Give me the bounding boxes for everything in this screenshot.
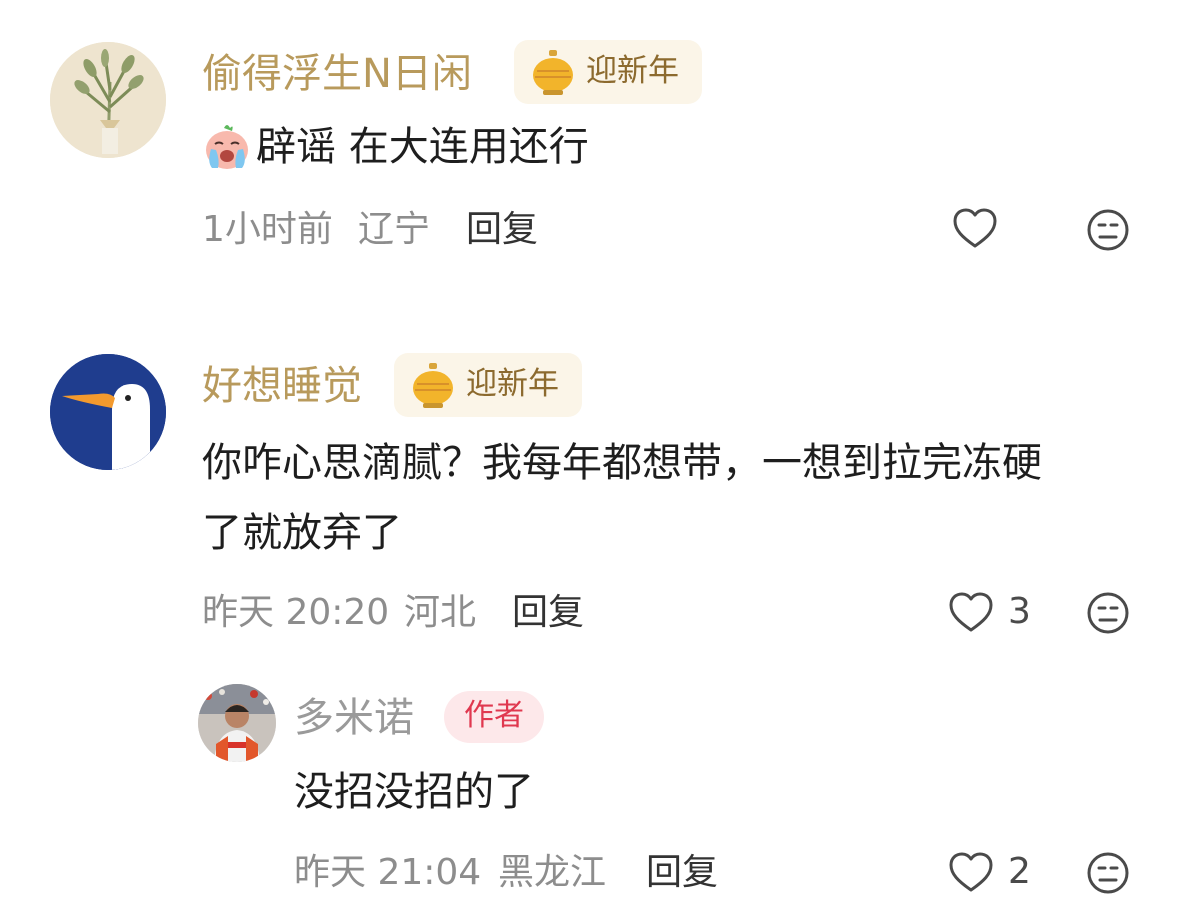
lantern-icon bbox=[413, 363, 453, 408]
author-badge-label: 作者 bbox=[464, 698, 524, 733]
heart-outline-icon bbox=[949, 852, 993, 892]
like-count: 3 bbox=[1008, 591, 1031, 632]
like-button[interactable]: 2 bbox=[948, 851, 1031, 893]
like-count: 2 bbox=[1008, 851, 1031, 892]
like-button[interactable]: 3 bbox=[948, 591, 1031, 633]
comment-2: 好想睡觉 迎新年 你咋心思滴腻？我每年都想带，一想到拉完冻硬 了就放弃了 昨天 … bbox=[0, 0, 1200, 919]
username[interactable]: 多米诺 bbox=[294, 698, 414, 738]
goose-avatar-image bbox=[50, 354, 166, 470]
comment-text-line-2: 了就放弃了 bbox=[202, 510, 402, 556]
meh-face-icon[interactable] bbox=[1086, 851, 1130, 895]
racer-avatar-image bbox=[198, 684, 276, 762]
reply-text: 没招没招的了 bbox=[294, 769, 534, 815]
comment-text-line-1: 你咋心思滴腻？我每年都想带，一想到拉完冻硬 bbox=[202, 440, 1042, 486]
reply-time: 昨天 21:04 bbox=[294, 852, 482, 893]
event-badge[interactable]: 迎新年 bbox=[394, 353, 582, 417]
badge-label: 迎新年 bbox=[466, 366, 559, 402]
avatar[interactable] bbox=[198, 684, 276, 762]
author-badge: 作者 bbox=[444, 691, 544, 743]
heart-outline-icon bbox=[949, 592, 993, 632]
reply-location: 黑龙江 bbox=[498, 852, 607, 893]
comment-time: 昨天 20:20 bbox=[202, 592, 390, 633]
reply-button[interactable]: 回复 bbox=[646, 855, 718, 891]
comment-location: 河北 bbox=[404, 592, 477, 633]
avatar[interactable] bbox=[50, 354, 166, 470]
meh-face-icon[interactable] bbox=[1086, 591, 1130, 635]
username[interactable]: 好想睡觉 bbox=[202, 366, 362, 406]
reply-button[interactable]: 回复 bbox=[512, 595, 584, 631]
